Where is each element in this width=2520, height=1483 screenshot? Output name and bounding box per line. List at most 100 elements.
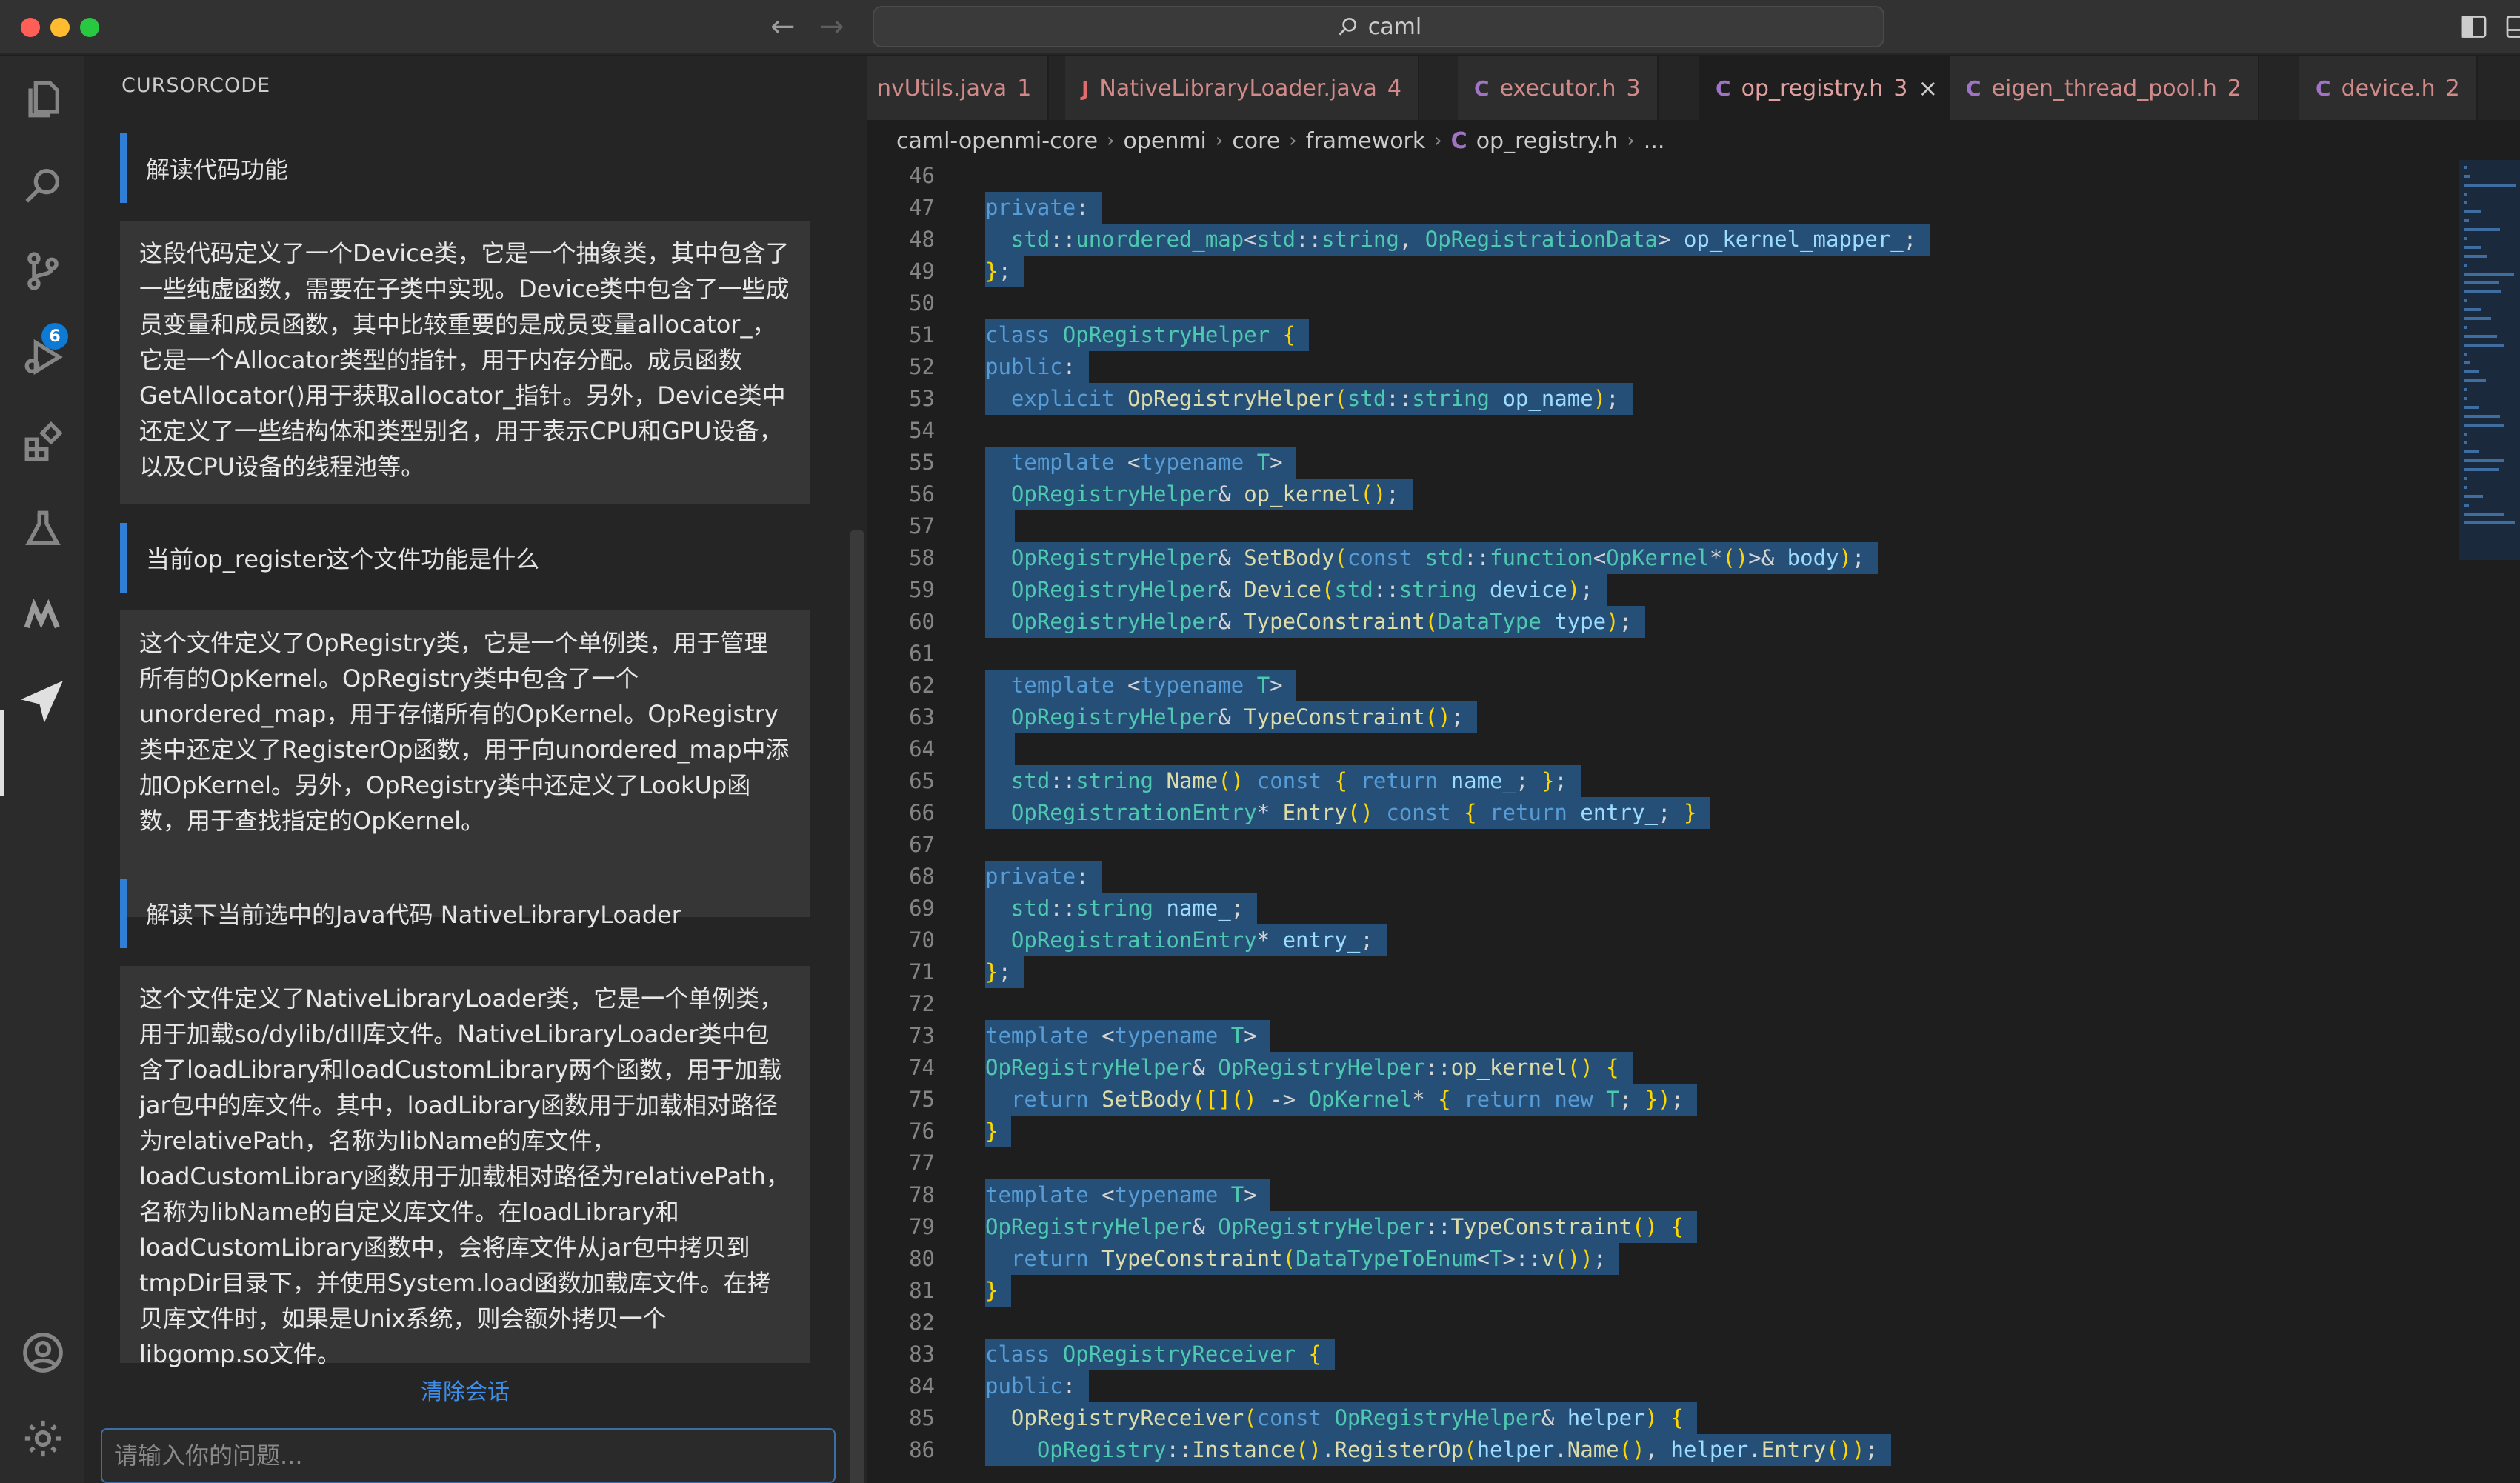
code-line[interactable]: 63 OpRegistryHelper& TypeConstraint();	[867, 701, 2437, 733]
code-line[interactable]: 49};	[867, 256, 2437, 287]
code-text: private:	[985, 861, 1102, 893]
breadcrumb-item[interactable]: op_registry.h	[1476, 128, 1619, 154]
line-number: 70	[909, 927, 935, 953]
code-line[interactable]: 74 OpRegistryHelper& OpRegistryHelper::op…	[867, 1052, 2437, 1084]
cursorcode-send-icon[interactable]	[18, 676, 68, 726]
code-text: class OpRegistryReceiver {	[985, 1339, 1335, 1370]
line-number: 48	[909, 227, 935, 252]
breadcrumb-item[interactable]: framework	[1306, 128, 1426, 154]
code-line[interactable]: 66 OpRegistrationEntry* Entry() const { …	[867, 797, 2437, 829]
line-number: 75	[909, 1087, 935, 1112]
close-window-button[interactable]	[21, 18, 40, 37]
minimap-line	[2464, 264, 2467, 267]
code-line[interactable]: 52 public:	[867, 351, 2437, 383]
tab-problem-count: 3	[1626, 75, 1641, 101]
settings-gear-icon[interactable]	[18, 1413, 68, 1464]
minimap[interactable]	[2459, 160, 2520, 560]
testing-flask-icon[interactable]	[18, 504, 68, 554]
breadcrumb-item[interactable]: openmi	[1123, 128, 1206, 154]
tab-executor-h[interactable]: Cexecutor.h 3	[1458, 56, 1659, 120]
chat-scrollbar[interactable]	[850, 530, 864, 1483]
code-line[interactable]: 83 class OpRegistryReceiver {	[867, 1339, 2437, 1370]
breadcrumb-item[interactable]: caml-openmi-core	[896, 128, 1098, 154]
minimap-line	[2464, 379, 2486, 382]
code-line[interactable]: 77	[867, 1147, 2437, 1179]
code-line[interactable]: 64	[867, 733, 2437, 765]
search-icon[interactable]	[18, 160, 68, 210]
code-line[interactable]: 76}	[867, 1116, 2437, 1147]
code-line[interactable]: 70 OpRegistrationEntry* entry_;	[867, 924, 2437, 956]
code-line[interactable]: 72	[867, 988, 2437, 1020]
forward-arrow-icon[interactable]: →	[819, 7, 844, 46]
minimap-line	[2464, 273, 2514, 276]
minimap-line	[2464, 299, 2467, 302]
code-line[interactable]: 82	[867, 1307, 2437, 1339]
toggle-panel-icon[interactable]	[2505, 13, 2520, 40]
code-line[interactable]: 79 OpRegistryHelper& OpRegistryHelper::Ty…	[867, 1211, 2437, 1243]
code-line[interactable]: 56 OpRegistryHelper& op_kernel();	[867, 479, 2437, 510]
code-line[interactable]: 60 OpRegistryHelper& TypeConstraint(Data…	[867, 606, 2437, 638]
c-file-icon: C	[2316, 76, 2331, 101]
account-icon[interactable]	[18, 1327, 68, 1378]
minimap-line	[2464, 415, 2500, 418]
code-line[interactable]: 48 std::unordered_map<std::string, OpReg…	[867, 224, 2437, 256]
code-line[interactable]: 84 public:	[867, 1370, 2437, 1402]
tab-eigen-thread-pool-h[interactable]: Ceigen_thread_pool.h 2	[1950, 56, 2259, 120]
code-line[interactable]: 53 explicit OpRegistryHelper(std::string…	[867, 383, 2437, 415]
code-text: template <typename T>	[985, 670, 1296, 701]
back-arrow-icon[interactable]: ←	[770, 7, 796, 46]
code-line[interactable]: 69 std::string name_;	[867, 893, 2437, 924]
toggle-sidebar-icon[interactable]	[2461, 13, 2487, 40]
code-line[interactable]: 81}	[867, 1275, 2437, 1307]
code-line[interactable]: 57	[867, 510, 2437, 542]
code-line[interactable]: 54	[867, 415, 2437, 447]
run-debug-icon[interactable]	[18, 332, 68, 382]
code-line[interactable]: 78 template <typename T>	[867, 1179, 2437, 1211]
code-line[interactable]: 55 template <typename T>	[867, 447, 2437, 479]
tab-op-registry-h[interactable]: Cop_registry.h 3 ×	[1699, 56, 1956, 120]
tab-device-h[interactable]: Cdevice.h 2	[2299, 56, 2478, 120]
code-line[interactable]: 62 template <typename T>	[867, 670, 2437, 701]
line-number: 64	[909, 736, 935, 762]
code-line[interactable]: 59 OpRegistryHelper& Device(std::string …	[867, 574, 2437, 606]
code-line[interactable]: 50	[867, 287, 2437, 319]
m-logo-icon[interactable]	[18, 590, 68, 640]
code-line[interactable]: 65 std::string Name() const { return nam…	[867, 765, 2437, 797]
chevron-right-icon: ›	[1627, 130, 1635, 152]
minimap-line	[2464, 513, 2504, 516]
tab-nvutils-java[interactable]: nvUtils.java 1	[867, 56, 1050, 120]
chat-input[interactable]	[101, 1428, 836, 1483]
code-view[interactable]: 46 47 private: 48 std::unordered_map<std::s…	[867, 160, 2437, 1483]
code-line[interactable]: 85 OpRegistryReceiver(const OpRegistryHe…	[867, 1402, 2437, 1434]
source-control-icon[interactable]	[18, 246, 68, 296]
code-line[interactable]: 51 class OpRegistryHelper {	[867, 319, 2437, 351]
code-line[interactable]: 46	[867, 160, 2437, 192]
tab-nativelibraryloader-java[interactable]: J NativeLibraryLoader.java 4	[1065, 56, 1419, 120]
code-line[interactable]: 67	[867, 829, 2437, 861]
line-number: 71	[909, 959, 935, 984]
active-indicator	[0, 710, 4, 796]
explorer-icon[interactable]	[18, 74, 68, 124]
maximize-window-button[interactable]	[80, 18, 99, 37]
code-line[interactable]: 61	[867, 638, 2437, 670]
code-text: }	[985, 1275, 1012, 1307]
breadcrumb-item[interactable]: core	[1232, 128, 1280, 154]
code-line[interactable]: 71};	[867, 956, 2437, 988]
code-line[interactable]: 75 return SetBody([]() -> OpKernel* { re…	[867, 1084, 2437, 1116]
command-center-search[interactable]: caml	[873, 6, 1884, 47]
minimap-line	[2464, 255, 2487, 258]
code-line[interactable]: 73 template <typename T>	[867, 1020, 2437, 1052]
minimap-line	[2464, 228, 2500, 231]
code-line[interactable]: 47 private:	[867, 192, 2437, 224]
code-line[interactable]: 86 OpRegistry::Instance().RegisterOp(hel…	[867, 1434, 2437, 1466]
minimize-window-button[interactable]	[50, 18, 70, 37]
close-tab-icon[interactable]: ×	[1918, 74, 1938, 102]
extensions-icon[interactable]	[18, 418, 68, 468]
clear-conversation-link[interactable]: 清除会话	[421, 1373, 510, 1406]
minimap-line	[2464, 237, 2467, 240]
breadcrumb-item[interactable]: ...	[1644, 128, 1665, 154]
code-line[interactable]: 68 private:	[867, 861, 2437, 893]
code-line[interactable]: 80 return TypeConstraint(DataTypeToEnum<…	[867, 1243, 2437, 1275]
minimap-line	[2464, 441, 2467, 444]
code-line[interactable]: 58 OpRegistryHelper& SetBody(const std::…	[867, 542, 2437, 574]
